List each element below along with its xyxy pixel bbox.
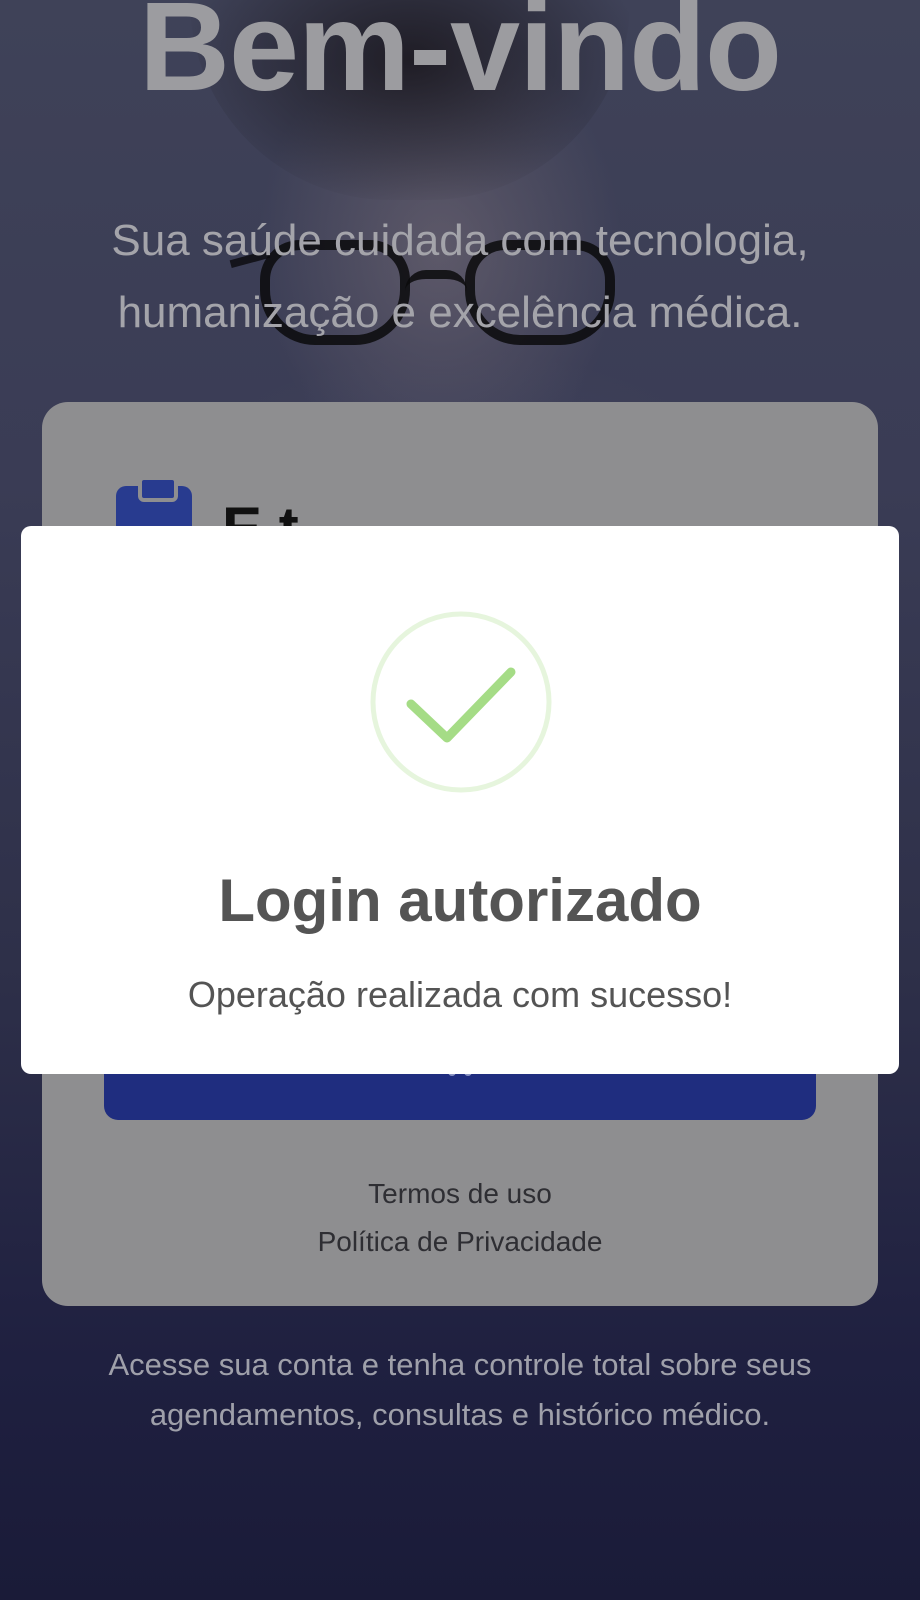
footer-description: Acesse sua conta e tenha controle total … [60, 1340, 860, 1440]
success-modal: Login autorizado Operação realizada com … [21, 526, 899, 1074]
privacy-policy-link[interactable]: Política de Privacidade [42, 1226, 878, 1258]
checkmark-success-icon [370, 611, 552, 793]
modal-title: Login autorizado [218, 867, 702, 934]
footer-line-1: Acesse sua conta e tenha controle total … [108, 1347, 812, 1382]
hero-subtitle-line-2: humanização e excelência médica. [117, 288, 803, 337]
terms-of-use-link[interactable]: Termos de uso [42, 1178, 878, 1210]
hero-subtitle-line-1: Sua saúde cuidada com tecnologia, [111, 216, 809, 265]
hero-title: Bem-vindo [138, 0, 782, 117]
footer-line-2: agendamentos, consultas e histórico médi… [149, 1397, 771, 1432]
hero-subtitle: Sua saúde cuidada com tecnologia, humani… [60, 205, 860, 349]
modal-message: Operação realizada com sucesso! [187, 974, 733, 1015]
